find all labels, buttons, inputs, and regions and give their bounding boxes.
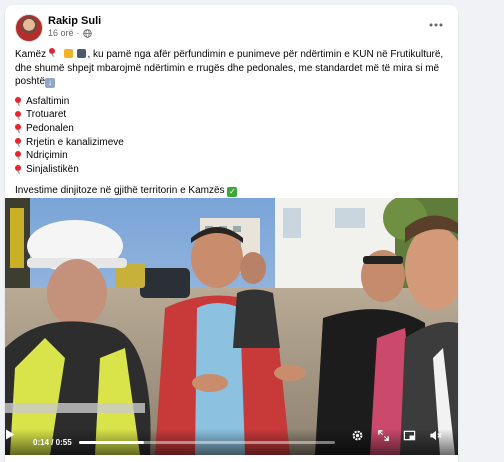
video-controls: 0:14 / 0:55 — [5, 429, 458, 455]
post-closing: Investime dinjitoze në gjithë territorin… — [15, 184, 447, 198]
picture-in-picture-icon[interactable] — [403, 429, 416, 442]
pin-icon — [15, 97, 24, 106]
video-player[interactable]: 0:14 / 0:55 — [5, 198, 458, 455]
work-list: Asfaltimin Trotuaret Pedonalen Rrjetin e… — [15, 95, 447, 177]
pin-icon — [48, 48, 58, 57]
post-closing-text: Investime dinjitoze në gjithë territorin… — [15, 185, 225, 197]
post-meta: 16 orë · — [48, 28, 92, 38]
excavator-icon — [77, 49, 87, 58]
gear-icon[interactable] — [351, 429, 364, 442]
list-item-label: Rrjetin e kanalizimeve — [26, 136, 124, 148]
post-card: Rakip Suli 16 orë · Kamëz , ku pamë nga … — [5, 5, 458, 462]
list-item: Sinjalistikën — [15, 163, 447, 177]
post-text: Kamëz , ku pamë nga afër përfundimin e p… — [15, 48, 447, 198]
post-intro: Kamëz , ku pamë nga afër përfundimin e p… — [15, 48, 444, 89]
pin-icon — [15, 110, 24, 120]
list-item: Trotuaret — [15, 108, 447, 122]
post-footer — [5, 456, 458, 462]
avatar[interactable] — [15, 14, 43, 42]
volume-icon[interactable] — [429, 429, 442, 442]
list-item-label: Pedonalen — [26, 122, 74, 134]
post-header: Rakip Suli 16 orë · — [5, 5, 458, 45]
post-intro-place: Kamëz — [15, 49, 47, 60]
video-time: 0:14 / 0:55 — [33, 438, 72, 447]
list-item: Pedonalen — [15, 122, 447, 136]
meta-separator: · — [76, 28, 80, 38]
list-item: Asfaltimin — [15, 95, 447, 109]
video-progress-fill — [79, 441, 145, 444]
play-icon[interactable] — [5, 429, 15, 440]
expand-icon[interactable] — [377, 429, 390, 442]
video-frame — [5, 198, 458, 455]
post-time[interactable]: 16 orë — [48, 28, 74, 38]
list-item: Ndriçimin — [15, 149, 447, 163]
check-mark-icon: ✓ — [227, 187, 238, 198]
author-name[interactable]: Rakip Suli — [48, 15, 101, 27]
construction-icon — [63, 49, 73, 58]
pin-icon — [15, 151, 24, 160]
globe-icon — [82, 28, 92, 38]
video-progress-bar[interactable] — [79, 441, 335, 444]
list-item-label: Asfaltimin — [26, 95, 70, 107]
list-item-label: Ndriçimin — [26, 150, 68, 162]
list-item-label: Sinjalistikën — [26, 163, 79, 175]
list-item-label: Trotuaret — [26, 109, 67, 121]
arrow-down-icon: ↓ — [45, 78, 56, 89]
pin-icon — [15, 137, 24, 147]
pin-icon — [15, 124, 24, 133]
list-item: Rrjetin e kanalizimeve — [15, 136, 447, 150]
more-options-button[interactable] — [426, 17, 446, 33]
pin-icon — [15, 165, 24, 174]
more-horizontal-icon — [429, 23, 443, 27]
